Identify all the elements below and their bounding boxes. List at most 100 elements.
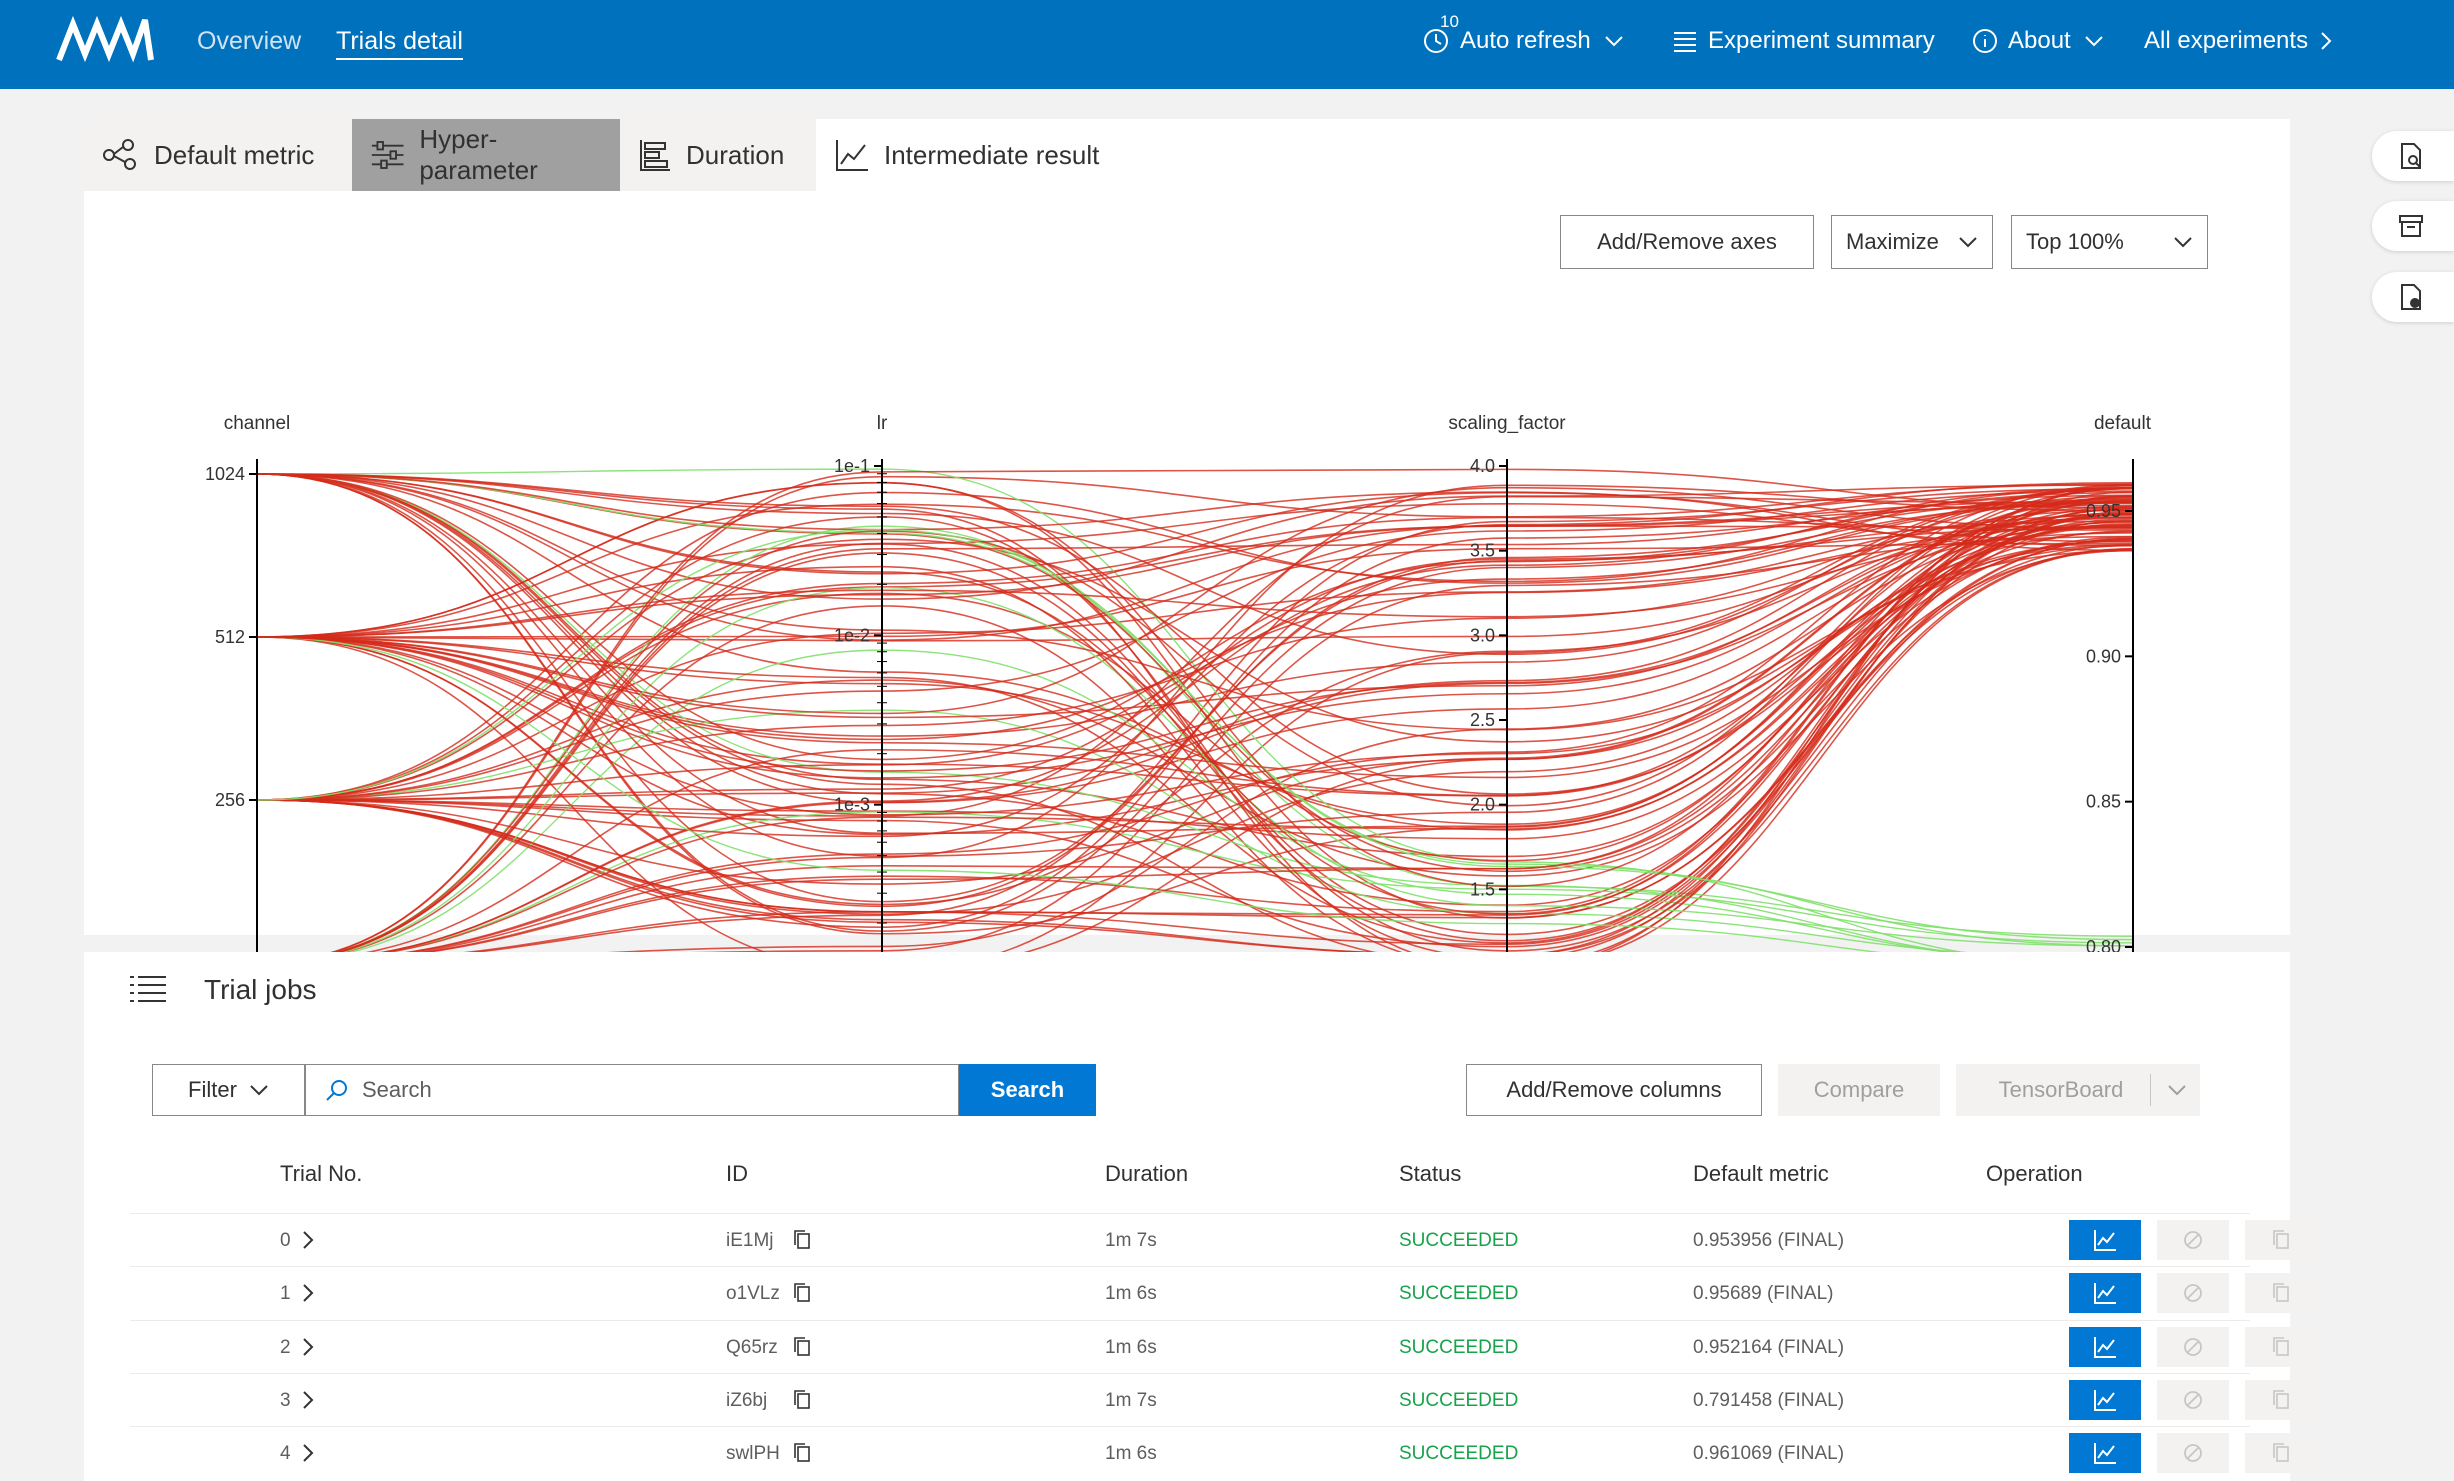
trial-line[interactable]	[256, 491, 2134, 956]
table-row[interactable]: 2 Q65rz 1m 6s SUCCEEDED 0.952164 (FINAL)	[130, 1320, 2317, 1373]
maximize-label: Maximize	[1846, 229, 1939, 254]
copy-trial-button[interactable]	[2245, 1433, 2317, 1473]
view-detail-button[interactable]	[2069, 1433, 2141, 1473]
nav-trials-detail[interactable]: Trials detail	[336, 27, 463, 60]
table-row[interactable]: 4 swlPH 1m 6s SUCCEEDED 0.961069 (FINAL)	[130, 1426, 2317, 1479]
kill-trial-button[interactable]	[2157, 1433, 2229, 1473]
axis-title[interactable]: lr	[877, 413, 888, 434]
copy-icon[interactable]	[792, 1281, 812, 1305]
chevron-right-icon[interactable]	[300, 1388, 316, 1412]
parallel-coordinates-chart[interactable]: channel1024512256128lr1e-11e-21e-31e-4sc…	[84, 279, 2290, 979]
tab-intermediate-result[interactable]: Intermediate result	[816, 119, 1136, 191]
status-cell: SUCCEEDED	[1399, 1443, 1519, 1464]
table-row[interactable]: 3 iZ6bj 1m 7s SUCCEEDED 0.791458 (FINAL)	[130, 1373, 2317, 1426]
tick-label: 1.5	[1470, 879, 1495, 899]
tab-default-metric-label: Default metric	[154, 139, 315, 170]
tab-duration-label: Duration	[686, 139, 785, 170]
view-detail-button[interactable]	[2069, 1220, 2141, 1260]
bar-chart-icon	[640, 140, 670, 171]
chevron-right-icon[interactable]	[300, 1335, 316, 1359]
auto-refresh-dropdown[interactable]: Auto refresh	[1422, 27, 1635, 55]
tick-label: 4.0	[1470, 456, 1495, 476]
nni-logo[interactable]	[55, 14, 155, 66]
copy-trial-button[interactable]	[2245, 1220, 2317, 1260]
experiment-summary-button[interactable]: Experiment summary	[1672, 27, 1935, 55]
axis-title[interactable]: channel	[224, 413, 291, 434]
rail-config-button[interactable]	[2372, 131, 2454, 181]
nav-overview[interactable]: Overview	[197, 27, 301, 56]
tab-intermediate-result-label: Intermediate result	[884, 139, 1100, 170]
document-error-icon	[2401, 284, 2421, 310]
chevron-right-icon[interactable]	[300, 1281, 316, 1305]
default-metric-cell: 0.952164 (FINAL)	[1693, 1337, 1845, 1358]
add-remove-axes-button[interactable]: Add/Remove axes	[1560, 215, 1814, 269]
cancel-icon	[2184, 1338, 2202, 1356]
search-input[interactable]: Search	[305, 1064, 959, 1116]
status-cell: SUCCEEDED	[1399, 1283, 1519, 1304]
axis-title[interactable]: default	[2094, 413, 2152, 434]
trial-line[interactable]	[256, 526, 2134, 801]
rail-log-button[interactable]	[2372, 272, 2454, 322]
chevron-down-icon	[2085, 36, 2103, 47]
copy-icon[interactable]	[792, 1388, 812, 1412]
chevron-right-icon[interactable]	[300, 1228, 316, 1252]
view-detail-button[interactable]	[2069, 1380, 2141, 1420]
trial-lines[interactable]	[256, 468, 2134, 972]
table-row[interactable]: 1 o1VLz 1m 6s SUCCEEDED 0.95689 (FINAL)	[130, 1266, 2317, 1319]
copy-icon[interactable]	[792, 1335, 812, 1359]
top-percent-dropdown[interactable]: Top 100%	[2011, 215, 2208, 269]
kill-trial-button[interactable]	[2157, 1273, 2229, 1313]
all-experiments-link[interactable]: All experiments	[2144, 27, 2344, 55]
all-experiments-label: All experiments	[2144, 27, 2309, 54]
column-default-metric[interactable]: Default metric	[1693, 1161, 1829, 1187]
line-chart-icon	[836, 140, 868, 171]
maximize-dropdown[interactable]: Maximize	[1831, 215, 1993, 269]
compare-button[interactable]: Compare	[1778, 1064, 1940, 1116]
search-button[interactable]: Search	[959, 1064, 1096, 1116]
trial-line[interactable]	[256, 473, 2134, 970]
trial-no-cell: 1	[280, 1283, 291, 1304]
table-row[interactable]: 0 iE1Mj 1m 7s SUCCEEDED 0.953956 (FINAL)	[130, 1213, 2317, 1266]
search-icon	[326, 1080, 347, 1101]
document-search-icon	[2401, 143, 2421, 169]
copy-trial-button[interactable]	[2245, 1327, 2317, 1367]
trial-id-cell: swlPH	[726, 1443, 780, 1464]
tab-duration[interactable]: Duration	[620, 119, 816, 191]
view-detail-button[interactable]	[2069, 1273, 2141, 1313]
kill-trial-button[interactable]	[2157, 1380, 2229, 1420]
column-trial-no[interactable]: Trial No.	[280, 1161, 362, 1187]
rail-archive-button[interactable]	[2372, 201, 2454, 251]
kill-trial-button[interactable]	[2157, 1220, 2229, 1260]
copy-icon[interactable]	[792, 1441, 812, 1465]
tick-label: 1024	[205, 464, 245, 484]
sliders-icon	[371, 141, 404, 169]
add-remove-axes-label: Add/Remove axes	[1597, 229, 1777, 254]
chevron-down-icon	[250, 1085, 268, 1096]
list-icon	[1674, 32, 1696, 52]
trial-no-cell: 0	[280, 1230, 291, 1251]
tick-label: 0.85	[2086, 792, 2121, 812]
about-dropdown[interactable]: About	[1972, 27, 2115, 55]
tab-hyper-parameter[interactable]: Hyper-parameter	[352, 119, 620, 191]
tensorboard-button[interactable]: TensorBoard	[1956, 1064, 2200, 1116]
axis-title[interactable]: scaling_factor	[1448, 413, 1566, 434]
kill-trial-button[interactable]	[2157, 1327, 2229, 1367]
copy-trial-button[interactable]	[2245, 1273, 2317, 1313]
copy-icon[interactable]	[792, 1228, 812, 1252]
tab-default-metric[interactable]: Default metric	[84, 119, 352, 191]
column-status[interactable]: Status	[1399, 1161, 1461, 1187]
chevron-down-icon	[1959, 237, 1977, 248]
filter-label: Filter	[188, 1077, 237, 1102]
column-id[interactable]: ID	[726, 1161, 748, 1187]
line-chart-icon	[2094, 1443, 2116, 1464]
add-remove-columns-button[interactable]: Add/Remove columns	[1466, 1064, 1762, 1116]
chevron-right-icon[interactable]	[300, 1441, 316, 1465]
filter-dropdown[interactable]: Filter	[152, 1064, 305, 1116]
tick-label: 512	[215, 627, 245, 647]
trial-line[interactable]	[256, 586, 2134, 964]
copy-icon	[2273, 1283, 2289, 1302]
view-detail-button[interactable]	[2069, 1327, 2141, 1367]
copy-trial-button[interactable]	[2245, 1380, 2317, 1420]
column-duration[interactable]: Duration	[1105, 1161, 1188, 1187]
cancel-icon	[2184, 1444, 2202, 1462]
